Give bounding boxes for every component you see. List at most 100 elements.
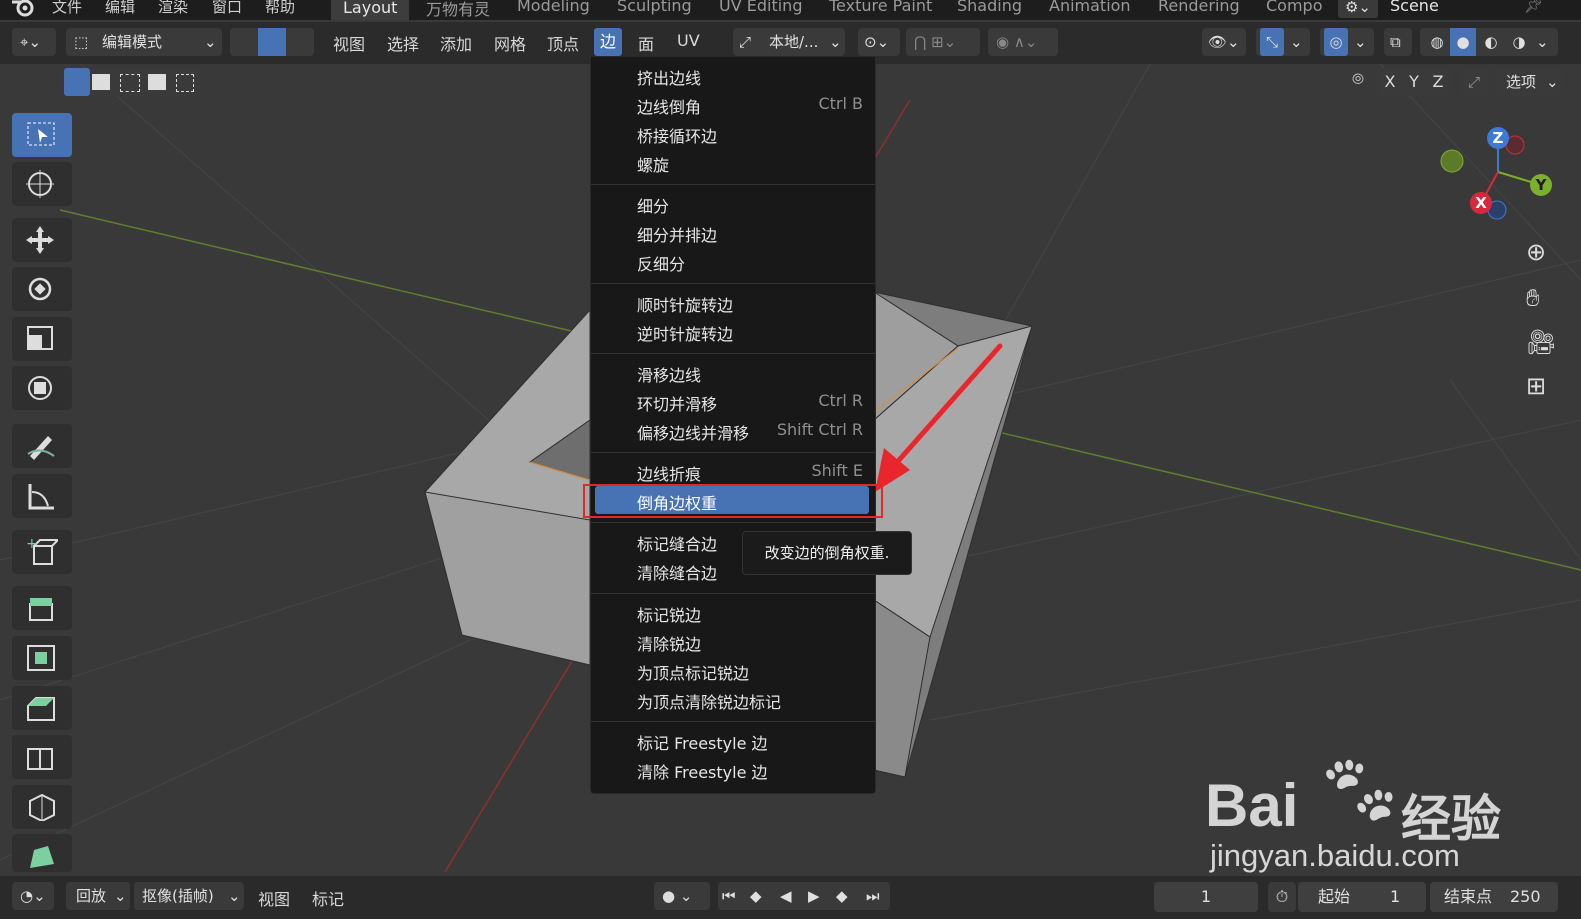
- gizmo-x-axis[interactable]: X: [1470, 192, 1492, 214]
- vertex-select-icon[interactable]: [230, 28, 258, 56]
- mirror-x-button[interactable]: X: [1378, 68, 1402, 96]
- menu-file[interactable]: 文件: [52, 0, 82, 17]
- perspective-grid-icon[interactable]: ⊞: [1516, 366, 1560, 410]
- gizmo-y-axis[interactable]: Y: [1530, 174, 1552, 196]
- transform-tool[interactable]: [12, 366, 72, 410]
- select-intersect-icon[interactable]: [176, 74, 194, 92]
- add-cube-tool[interactable]: +: [12, 530, 72, 574]
- menu-face[interactable]: 面: [638, 31, 654, 55]
- scene-selector-icon[interactable]: ⚙︎⌄: [1338, 0, 1378, 18]
- camera-view-icon[interactable]: 🎥︎: [1516, 322, 1560, 366]
- loop-cut-tool[interactable]: [12, 735, 72, 779]
- scene-name[interactable]: Scene: [1390, 0, 1439, 15]
- transform-orientation-dropdown[interactable]: ⤢ 本地/... ⌄: [733, 28, 845, 56]
- edge-menu-item[interactable]: 清除锐边: [591, 627, 875, 655]
- edge-menu-item[interactable]: 边线倒角 Ctrl B: [591, 90, 875, 118]
- zoom-icon[interactable]: ⊕: [1516, 232, 1560, 276]
- edge-menu-item[interactable]: 细分: [591, 189, 875, 217]
- face-select-icon[interactable]: [286, 28, 314, 56]
- mirror-z-button[interactable]: Z: [1426, 68, 1450, 96]
- tab-wanwuyouling[interactable]: 万物有灵: [426, 0, 490, 20]
- pin-icon[interactable]: 📌︎: [1524, 0, 1543, 14]
- select-invert-icon[interactable]: [148, 74, 166, 90]
- jump-end-icon[interactable]: ⏭︎: [866, 882, 880, 910]
- menu-vertex[interactable]: 顶点: [547, 31, 579, 55]
- pan-hand-icon[interactable]: ✋︎: [1516, 278, 1560, 322]
- solid-shading-icon[interactable]: ●: [1450, 28, 1476, 56]
- tab-layout[interactable]: Layout: [331, 0, 410, 20]
- edge-select-icon[interactable]: [258, 28, 286, 56]
- mirror-y-button[interactable]: Y: [1402, 68, 1426, 96]
- tab-rendering[interactable]: Rendering: [1158, 0, 1240, 15]
- menu-window[interactable]: 窗口: [212, 0, 242, 17]
- tab-compositing[interactable]: Compo: [1266, 0, 1323, 15]
- proportional-edit-button[interactable]: ◉ ∧⌄: [988, 28, 1058, 56]
- overlay-toggle-button[interactable]: ◎ ⌄: [1320, 28, 1374, 56]
- edge-menu-item[interactable]: 螺旋: [591, 148, 875, 176]
- prev-keyframe-icon[interactable]: ◆: [750, 882, 762, 910]
- menu-mesh[interactable]: 网格: [494, 31, 526, 55]
- menu-uv[interactable]: UV: [677, 31, 700, 50]
- edge-menu-item[interactable]: 环切并滑移 Ctrl R: [591, 387, 875, 415]
- menu-help[interactable]: 帮助: [265, 0, 295, 17]
- play-icon[interactable]: ▶: [808, 882, 820, 910]
- edge-menu-item[interactable]: 为顶点清除锐边标记: [591, 685, 875, 713]
- rotate-tool[interactable]: [12, 267, 72, 311]
- pivot-point-button[interactable]: ⊙⌄: [858, 28, 900, 56]
- tab-animation[interactable]: Animation: [1049, 0, 1131, 15]
- select-subtract-icon[interactable]: [120, 74, 140, 92]
- snap-button[interactable]: ⋂ ⊞⌄: [906, 28, 980, 56]
- edge-menu-item[interactable]: 细分并排边: [591, 218, 875, 246]
- poly-build-tool[interactable]: [12, 834, 72, 872]
- menu-edit[interactable]: 编辑: [105, 0, 135, 17]
- stopwatch-icon[interactable]: ⏱︎: [1268, 882, 1296, 912]
- timeline-menu-marker[interactable]: 标记: [312, 886, 344, 910]
- auto-keying-button[interactable]: ● ⌄: [654, 882, 710, 910]
- move-tool[interactable]: [12, 218, 72, 262]
- edge-menu-item[interactable]: 边线折痕 Shift E: [591, 457, 875, 485]
- blender-logo-icon[interactable]: [10, 0, 36, 20]
- gizmo-toggle-button[interactable]: ⤡ ⌄: [1256, 28, 1310, 56]
- options-dropdown[interactable]: 选项 ⌄: [1496, 68, 1562, 96]
- inset-tool[interactable]: [12, 636, 72, 680]
- tab-uv-editing[interactable]: UV Editing: [719, 0, 802, 15]
- mode-selector[interactable]: ⬚ 编辑模式 ⌄: [66, 28, 222, 56]
- annotate-tool[interactable]: [12, 424, 72, 468]
- edge-menu-item[interactable]: 挤出边线: [591, 61, 875, 89]
- menu-edge[interactable]: 边: [594, 28, 623, 56]
- visibility-button[interactable]: 👁︎⌄: [1202, 28, 1246, 56]
- menu-select[interactable]: 选择: [387, 31, 419, 55]
- menu-render[interactable]: 渲染: [158, 0, 188, 17]
- menu-view[interactable]: 视图: [333, 31, 365, 55]
- edge-menu-item[interactable]: 逆时针旋转边: [591, 317, 875, 345]
- mirror-icon[interactable]: ⦾: [1352, 70, 1364, 88]
- tab-sculpting[interactable]: Sculpting: [617, 0, 692, 15]
- auto-merge-icon[interactable]: ⤢: [1460, 68, 1488, 96]
- gizmo-z-axis[interactable]: Z: [1487, 127, 1509, 149]
- menu-add[interactable]: 添加: [440, 31, 472, 55]
- play-reverse-icon[interactable]: ◀: [780, 882, 792, 910]
- keying-dropdown[interactable]: 抠像(插帧) ⌄: [134, 882, 244, 910]
- tab-shading[interactable]: Shading: [957, 0, 1022, 15]
- measure-tool[interactable]: [12, 474, 72, 518]
- rendered-shading-icon[interactable]: ◑: [1506, 28, 1532, 56]
- tab-modeling[interactable]: Modeling: [517, 0, 590, 15]
- start-frame-field[interactable]: 起始 1: [1298, 882, 1426, 912]
- cursor-tool[interactable]: [12, 162, 72, 206]
- current-frame-field[interactable]: 1: [1154, 882, 1258, 912]
- timeline-menu-view[interactable]: 视图: [258, 886, 290, 910]
- next-keyframe-icon[interactable]: ◆: [836, 882, 848, 910]
- edge-menu-item[interactable]: 清除 Freestyle 边: [591, 755, 875, 783]
- scale-tool[interactable]: [12, 317, 72, 361]
- select-new-icon[interactable]: [64, 68, 90, 96]
- material-shading-icon[interactable]: ◐: [1478, 28, 1504, 56]
- select-box-tool[interactable]: [12, 113, 72, 157]
- extrude-tool[interactable]: [12, 586, 72, 630]
- editor-type-button[interactable]: ⌖⌄: [12, 28, 56, 56]
- end-frame-field[interactable]: 结束点 250: [1430, 882, 1558, 912]
- edge-menu-item[interactable]: 反细分: [591, 247, 875, 275]
- tab-texture-paint[interactable]: Texture Paint: [829, 0, 932, 15]
- edge-menu-item[interactable]: 桥接循环边: [591, 119, 875, 147]
- chevron-down-icon[interactable]: ⌄: [1536, 28, 1549, 56]
- playback-dropdown[interactable]: 回放 ⌄: [66, 882, 130, 910]
